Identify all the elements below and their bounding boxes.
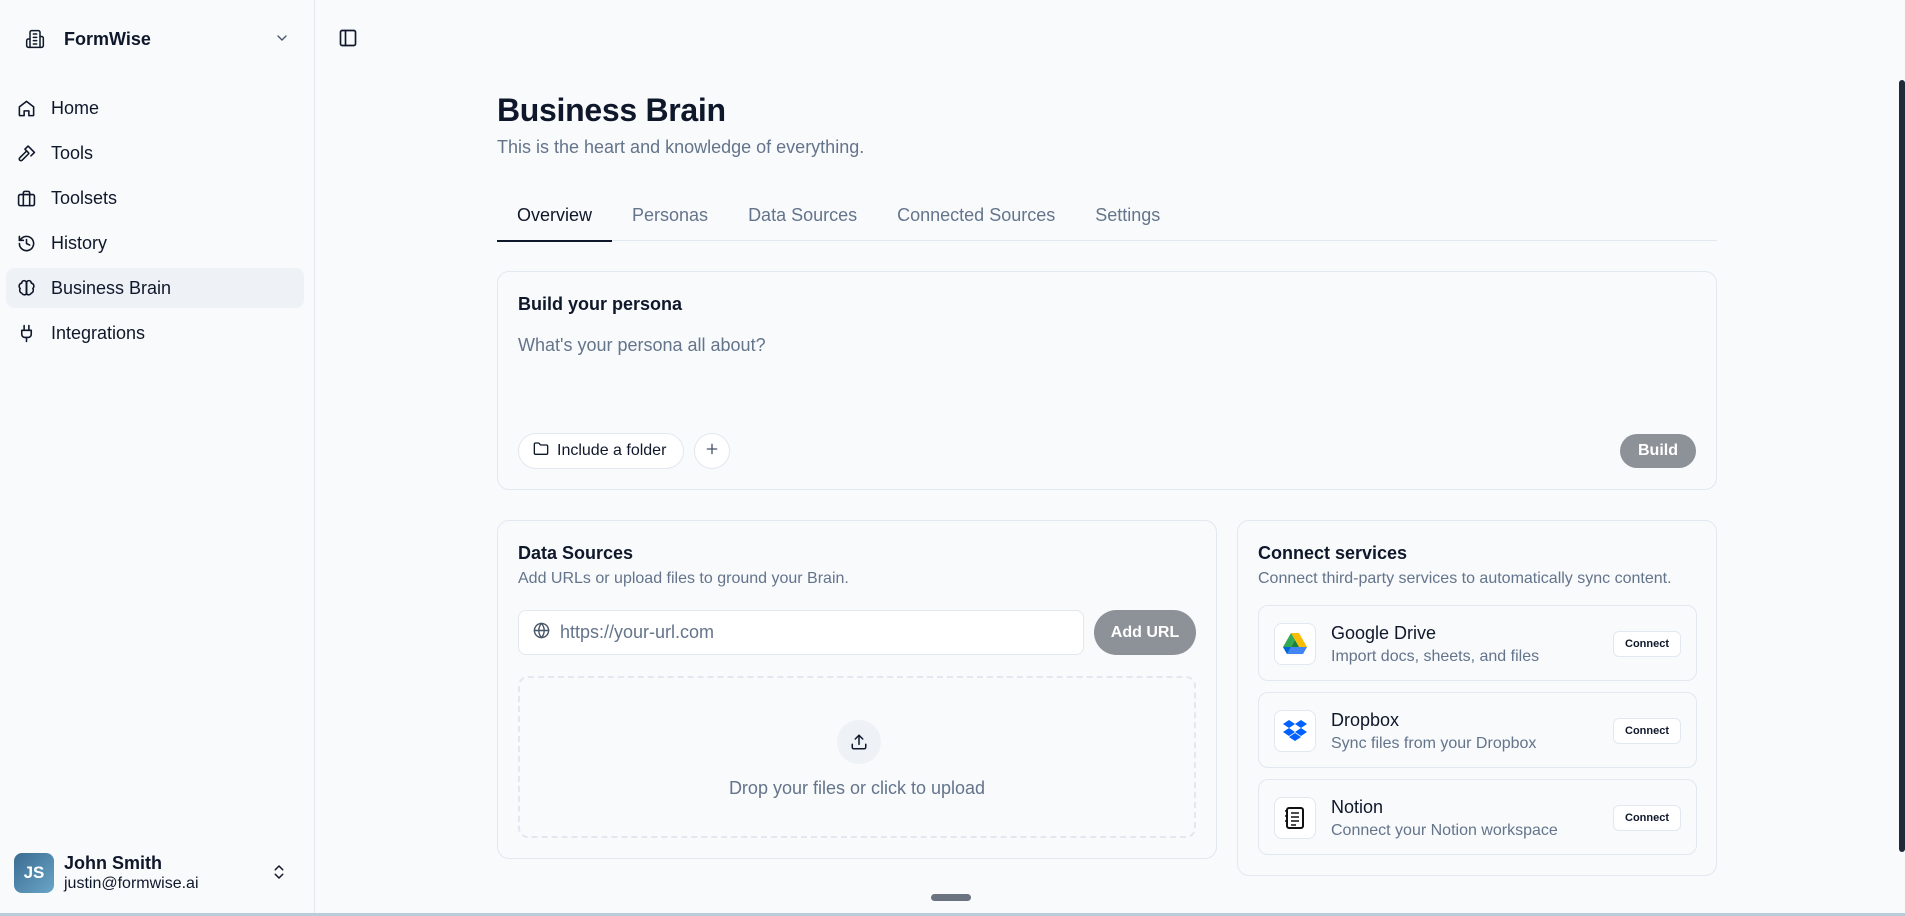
- scrollbar[interactable]: [1899, 80, 1905, 852]
- url-field[interactable]: [518, 610, 1084, 655]
- history-icon: [16, 233, 36, 253]
- tab-connected-sources[interactable]: Connected Sources: [877, 190, 1075, 241]
- build-button[interactable]: Build: [1620, 434, 1696, 468]
- service-description: Import docs, sheets, and files: [1331, 648, 1540, 665]
- service-notion: Notion Connect your Notion workspace Con…: [1258, 779, 1697, 855]
- service-name: Google Drive: [1331, 623, 1437, 643]
- tab-personas[interactable]: Personas: [612, 190, 728, 241]
- sidebar-item-label: Toolsets: [51, 187, 118, 208]
- service-dropbox: Dropbox Sync files from your Dropbox Con…: [1258, 692, 1697, 768]
- file-dropzone[interactable]: Drop your files or click to upload: [518, 676, 1196, 838]
- tab-data-sources[interactable]: Data Sources: [728, 190, 877, 241]
- google-drive-icon: [1274, 623, 1316, 665]
- home-icon: [16, 98, 36, 118]
- service-description: Sync files from your Dropbox: [1331, 735, 1537, 752]
- workspace-name: FormWise: [64, 28, 151, 49]
- build-persona-card: Build your persona What's your persona a…: [497, 271, 1717, 490]
- persona-heading: Build your persona: [518, 294, 683, 314]
- tab-overview[interactable]: Overview: [497, 190, 613, 242]
- brain-icon: [16, 278, 36, 298]
- connect-google-drive-button[interactable]: Connect: [1613, 631, 1681, 657]
- data-sources-description: Add URLs or upload files to ground your …: [518, 570, 849, 587]
- upload-icon: [837, 720, 881, 764]
- connect-services-heading: Connect services: [1258, 543, 1408, 563]
- chevron-down-icon: [274, 30, 290, 51]
- connect-services-description: Connect third-party services to automati…: [1258, 570, 1672, 587]
- briefcase-icon: [16, 188, 36, 208]
- sidebar-item-label: Integrations: [51, 322, 146, 343]
- dropzone-text: Drop your files or click to upload: [728, 778, 986, 798]
- service-description: Connect your Notion workspace: [1331, 822, 1558, 839]
- add-url-button[interactable]: Add URL: [1094, 610, 1196, 655]
- add-button[interactable]: [694, 433, 730, 469]
- sidebar-item-business-brain[interactable]: Business Brain: [6, 268, 304, 308]
- sidebar-item-label: Home: [51, 97, 100, 118]
- data-sources-card: Data Sources Add URLs or upload files to…: [497, 520, 1217, 859]
- folder-icon: [533, 441, 549, 462]
- dropbox-icon: [1274, 710, 1316, 752]
- plus-icon: [704, 441, 720, 462]
- chevrons-up-down-icon: [270, 863, 288, 886]
- sidebar-item-label: Business Brain: [51, 277, 172, 298]
- data-sources-heading: Data Sources: [518, 543, 634, 563]
- sidebar-item-integrations[interactable]: Integrations: [6, 313, 304, 353]
- service-name: Notion: [1331, 797, 1384, 817]
- include-folder-label: Include a folder: [557, 442, 667, 459]
- sidebar-nav: Home Tools Toolsets History Business Bra…: [6, 88, 304, 358]
- user-menu[interactable]: JS John Smith justin@formwise.ai: [14, 852, 304, 894]
- sidebar-item-history[interactable]: History: [6, 223, 304, 263]
- include-folder-button[interactable]: Include a folder: [518, 433, 684, 469]
- tab-bar: Overview Personas Data Sources Connected…: [497, 190, 1717, 242]
- sidebar-item-tools[interactable]: Tools: [6, 133, 304, 173]
- building-icon: [14, 29, 56, 49]
- page-subtitle: This is the heart and knowledge of every…: [497, 137, 865, 157]
- hammer-icon: [16, 143, 36, 163]
- url-input[interactable]: [560, 622, 1060, 643]
- sidebar: FormWise Home Tools Toolsets History Bus…: [0, 0, 315, 916]
- sidebar-item-label: History: [51, 232, 108, 253]
- connect-services-card: Connect services Connect third-party ser…: [1237, 520, 1717, 876]
- page-title: Business Brain: [497, 92, 726, 128]
- resize-handle[interactable]: [931, 894, 971, 901]
- sidebar-item-home[interactable]: Home: [6, 88, 304, 128]
- persona-input[interactable]: What's your persona all about?: [518, 335, 766, 356]
- service-name: Dropbox: [1331, 710, 1400, 730]
- sidebar-item-label: Tools: [51, 142, 94, 163]
- service-google-drive: Google Drive Import docs, sheets, and fi…: [1258, 605, 1697, 681]
- connect-notion-button[interactable]: Connect: [1613, 805, 1681, 831]
- connect-dropbox-button[interactable]: Connect: [1613, 718, 1681, 744]
- avatar: JS: [14, 853, 54, 893]
- user-name: John Smith: [64, 853, 162, 873]
- globe-icon: [533, 622, 550, 644]
- sidebar-item-toolsets[interactable]: Toolsets: [6, 178, 304, 218]
- tab-settings[interactable]: Settings: [1075, 190, 1180, 241]
- notion-icon: [1274, 797, 1316, 839]
- user-email: justin@formwise.ai: [64, 875, 199, 892]
- sidebar-toggle-icon[interactable]: [338, 28, 358, 53]
- plug-icon: [16, 323, 36, 343]
- workspace-switcher[interactable]: FormWise: [14, 20, 300, 58]
